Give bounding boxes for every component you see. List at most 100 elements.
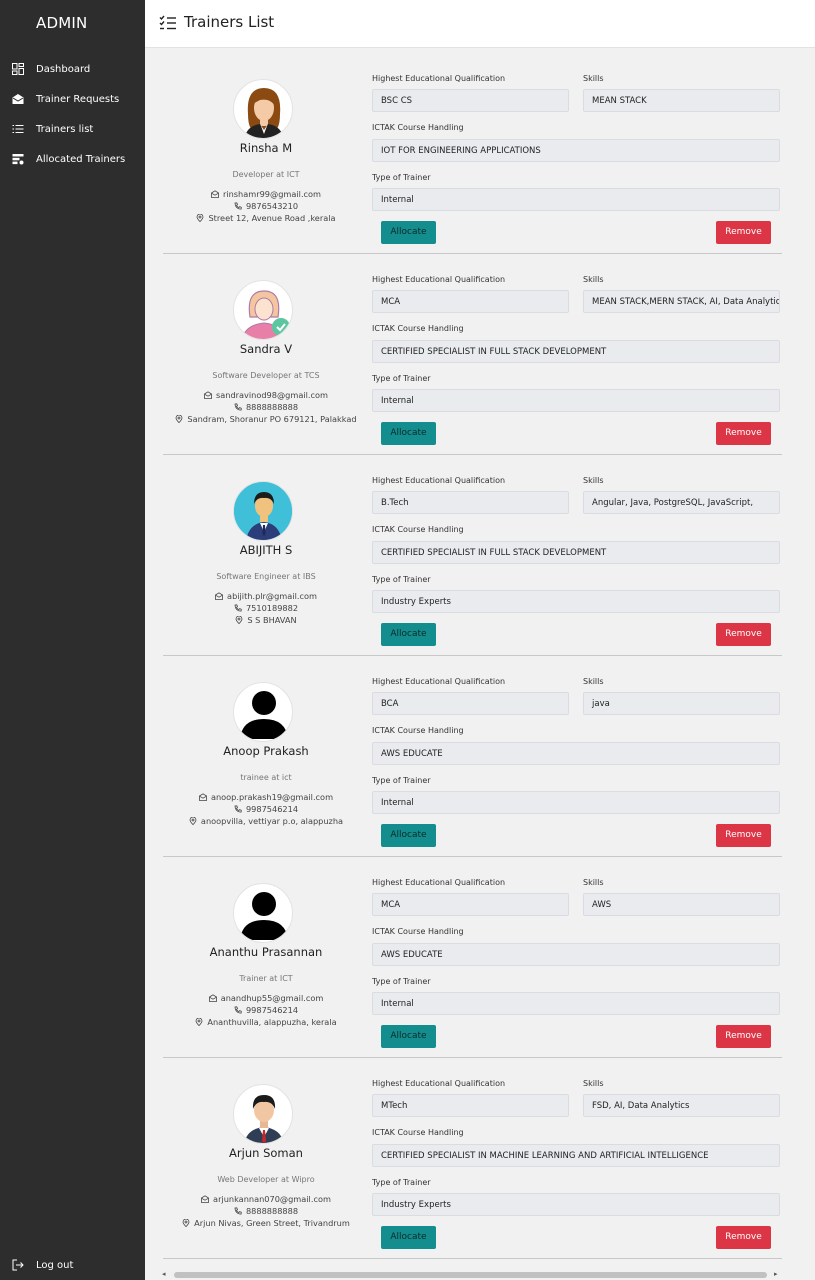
sidebar-item-label: Trainer Requests xyxy=(36,93,120,105)
skills-field[interactable]: FSD, AI, Data Analytics xyxy=(583,1094,780,1117)
trainer-email: anoop.prakash19@gmail.com xyxy=(163,792,369,802)
scrollbar-thumb[interactable] xyxy=(174,1272,767,1278)
skills-field[interactable]: AWS xyxy=(583,893,780,916)
mail-icon xyxy=(199,792,211,802)
trainer-card: Rinsha M Developer at ICT rinshamr99@gma… xyxy=(163,53,782,254)
trainer-phone: 7510189882 xyxy=(163,603,369,613)
mail-icon xyxy=(204,390,216,400)
skills-label: Skills xyxy=(583,677,604,686)
trainer-role: Developer at ICT xyxy=(232,170,300,179)
horizontal-scrollbar[interactable]: ◂ ▸ xyxy=(160,1270,784,1280)
logout-button[interactable]: Log out xyxy=(12,1259,73,1271)
location-pin-icon xyxy=(195,1017,207,1027)
allocate-button[interactable]: Allocate xyxy=(381,422,436,445)
course-field[interactable]: IOT FOR ENGINEERING APPLICATIONS xyxy=(372,139,780,162)
allocate-button[interactable]: Allocate xyxy=(381,623,436,646)
sidebar-item-allocated-trainers[interactable]: Allocated Trainers xyxy=(12,153,125,165)
phone-icon xyxy=(234,804,246,814)
remove-button[interactable]: Remove xyxy=(716,1025,771,1048)
type-label: Type of Trainer xyxy=(372,374,431,383)
trainer-phone: 8888888888 xyxy=(163,1206,369,1216)
qualification-field[interactable]: MTech xyxy=(372,1094,569,1117)
checklist-icon xyxy=(159,15,177,31)
phone-icon xyxy=(234,402,246,412)
sidebar-item-dashboard[interactable]: Dashboard xyxy=(12,63,90,75)
allocate-button[interactable]: Allocate xyxy=(381,824,436,847)
skills-field[interactable]: Angular, Java, PostgreSQL, JavaScript, xyxy=(583,491,780,514)
qualification-field[interactable]: BCA xyxy=(372,692,569,715)
type-field[interactable]: Internal xyxy=(372,791,780,814)
skills-label: Skills xyxy=(583,74,604,83)
skills-field[interactable]: java xyxy=(583,692,780,715)
course-field[interactable]: CERTIFIED SPECIALIST IN FULL STACK DEVEL… xyxy=(372,541,780,564)
trainer-email: abijith.plr@gmail.com xyxy=(163,591,369,601)
qualification-field[interactable]: MCA xyxy=(372,893,569,916)
qualification-label: Highest Educational Qualification xyxy=(372,677,506,686)
type-field[interactable]: Internal xyxy=(372,188,780,211)
type-field[interactable]: Industry Experts xyxy=(372,590,780,613)
qualification-label: Highest Educational Qualification xyxy=(372,476,506,485)
course-label: ICTAK Course Handling xyxy=(372,324,464,333)
scroll-right-icon[interactable]: ▸ xyxy=(774,1270,778,1278)
phone-icon xyxy=(234,1206,246,1216)
allocate-button[interactable]: Allocate xyxy=(381,221,436,244)
type-label: Type of Trainer xyxy=(372,977,431,986)
trainer-address: Sandram, Shoranur PO 679121, Palakkad xyxy=(163,414,369,424)
allocate-button[interactable]: Allocate xyxy=(381,1226,436,1249)
qualification-field[interactable]: MCA xyxy=(372,290,569,313)
remove-button[interactable]: Remove xyxy=(716,623,771,646)
trainer-name: Ananthu Prasannan xyxy=(209,945,323,959)
skills-label: Skills xyxy=(583,1079,604,1088)
type-field[interactable]: Internal xyxy=(372,389,780,412)
trainer-role: Software Developer at TCS xyxy=(212,371,320,380)
top-header: Trainers List xyxy=(145,0,815,48)
logout-icon xyxy=(12,1259,24,1271)
trainer-name: Arjun Soman xyxy=(229,1146,303,1160)
trainer-card: Arjun Soman Web Developer at Wipro arjun… xyxy=(163,1058,782,1259)
course-field[interactable]: CERTIFIED SPECIALIST IN FULL STACK DEVEL… xyxy=(372,340,780,363)
course-field[interactable]: CERTIFIED SPECIALIST IN MACHINE LEARNING… xyxy=(372,1144,780,1167)
skills-field[interactable]: MEAN STACK,MERN STACK, AI, Data Analytic… xyxy=(583,290,780,313)
male-suit-avatar xyxy=(233,1084,293,1144)
trainers-list: Rinsha M Developer at ICT rinshamr99@gma… xyxy=(145,48,815,1268)
trainer-role: Software Engineer at IBS xyxy=(216,572,316,581)
type-field[interactable]: Internal xyxy=(372,992,780,1015)
type-field[interactable]: Industry Experts xyxy=(372,1193,780,1216)
remove-button[interactable]: Remove xyxy=(716,221,771,244)
qualification-label: Highest Educational Qualification xyxy=(372,878,506,887)
qualification-field[interactable]: BSC CS xyxy=(372,89,569,112)
default-user-avatar xyxy=(233,883,293,943)
trainer-name: Anoop Prakash xyxy=(223,744,309,758)
trainer-name: Rinsha M xyxy=(239,141,293,155)
type-label: Type of Trainer xyxy=(372,776,431,785)
scroll-left-icon[interactable]: ◂ xyxy=(162,1270,166,1278)
page-title: Trainers List xyxy=(184,13,275,31)
course-field[interactable]: AWS EDUCATE xyxy=(372,742,780,765)
course-label: ICTAK Course Handling xyxy=(372,525,464,534)
mail-icon xyxy=(208,993,221,1003)
remove-button[interactable]: Remove xyxy=(716,422,771,445)
list-icon xyxy=(12,123,24,135)
skills-field[interactable]: MEAN STACK xyxy=(583,89,780,112)
remove-button[interactable]: Remove xyxy=(716,824,771,847)
type-label: Type of Trainer xyxy=(372,173,431,182)
qualification-label: Highest Educational Qualification xyxy=(372,74,506,83)
trainer-address: Ananthuvilla, alappuzha, kerala xyxy=(163,1017,369,1027)
trainer-phone: 8888888888 xyxy=(163,402,369,412)
trainer-address: S S BHAVAN xyxy=(163,615,369,625)
dashboard-icon xyxy=(12,63,24,75)
logout-label: Log out xyxy=(36,1259,74,1271)
qualification-field[interactable]: B.Tech xyxy=(372,491,569,514)
trainer-phone: 9987546214 xyxy=(163,804,369,814)
trainer-email: sandravinod98@gmail.com xyxy=(163,390,369,400)
allocate-button[interactable]: Allocate xyxy=(381,1025,436,1048)
trainer-card: Ananthu Prasannan Trainer at ICT anandhu… xyxy=(163,857,782,1058)
mail-icon xyxy=(211,189,223,199)
type-label: Type of Trainer xyxy=(372,1178,431,1187)
sidebar-item-trainers-list[interactable]: Trainers list xyxy=(12,123,93,135)
course-label: ICTAK Course Handling xyxy=(372,123,464,132)
course-field[interactable]: AWS EDUCATE xyxy=(372,943,780,966)
course-label: ICTAK Course Handling xyxy=(372,726,464,735)
remove-button[interactable]: Remove xyxy=(716,1226,771,1249)
sidebar-item-trainer-requests[interactable]: Trainer Requests xyxy=(12,93,119,105)
